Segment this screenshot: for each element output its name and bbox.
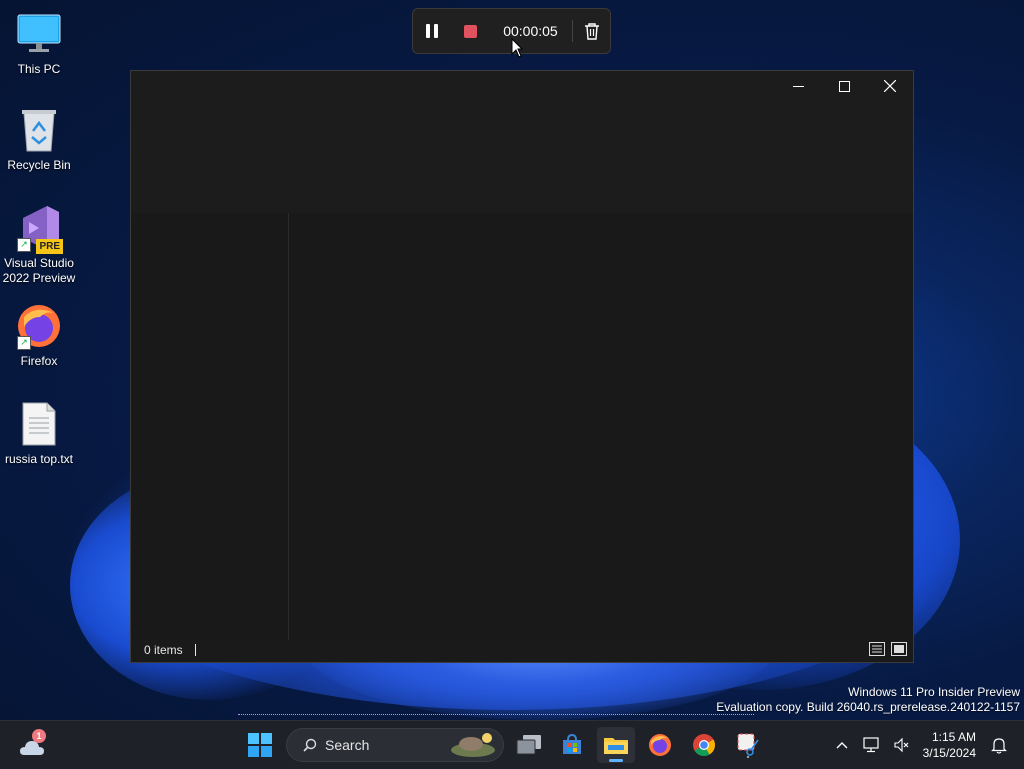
- widgets-button[interactable]: 1: [18, 729, 50, 761]
- taskbar-search[interactable]: Search: [286, 728, 504, 762]
- large-icons-view-icon: [891, 642, 907, 656]
- view-toggle: [869, 642, 907, 656]
- file-explorer-button[interactable]: [597, 727, 635, 763]
- desktop-icon-recycle-bin[interactable]: Recycle Bin: [0, 106, 78, 173]
- show-hidden-icons-button[interactable]: [827, 725, 857, 765]
- stop-icon: [463, 24, 477, 38]
- firefox-icon: ↗: [15, 302, 63, 350]
- system-tray: 1:15 AM 3/15/2024: [827, 721, 1024, 769]
- evaluation-watermark: Windows 11 Pro Insider Preview Evaluatio…: [716, 685, 1020, 715]
- clock[interactable]: 1:15 AM 3/15/2024: [923, 729, 976, 761]
- pause-button[interactable]: [413, 10, 452, 52]
- divider: [194, 644, 196, 656]
- notifications-button[interactable]: [984, 725, 1014, 765]
- start-button[interactable]: [241, 727, 279, 763]
- stop-button[interactable]: [452, 10, 489, 52]
- shortcut-arrow-icon: ↗: [17, 336, 31, 350]
- details-view-icon: [869, 642, 885, 656]
- firefox-icon: [649, 734, 671, 756]
- windows-logo-icon: [248, 733, 272, 757]
- microsoft-store-icon: [563, 734, 581, 754]
- recycle-bin-icon: [15, 106, 63, 154]
- details-view-button[interactable]: [869, 642, 885, 656]
- search-placeholder: Search: [325, 737, 370, 753]
- desktop-icon-this-pc[interactable]: This PC: [0, 10, 78, 77]
- bell-icon: [991, 737, 1007, 754]
- desktop-icon-label: This PC: [17, 62, 61, 76]
- file-explorer-icon: [604, 738, 628, 754]
- preview-badge: PRE: [36, 239, 63, 254]
- mouse-cursor-icon: [511, 38, 523, 58]
- close-icon: [884, 80, 896, 92]
- close-button[interactable]: [867, 71, 913, 101]
- taskbar: 1 Search 1:15 AM 3/15/2024: [0, 720, 1024, 769]
- volume-muted-icon: [894, 737, 909, 753]
- microsoft-store-button[interactable]: [553, 727, 591, 763]
- snipping-tool-icon: [737, 733, 759, 758]
- volume-button[interactable]: [887, 725, 917, 765]
- large-icons-view-button[interactable]: [891, 642, 907, 656]
- recording-timer: 00:00:05: [503, 23, 558, 39]
- window-controls: [775, 71, 913, 101]
- window-content: [131, 213, 913, 640]
- desktop-icon-label: russia top.txt: [4, 452, 74, 466]
- desktop-icon-firefox[interactable]: ↗ Firefox: [0, 302, 78, 369]
- minimize-button[interactable]: [775, 71, 821, 101]
- chevron-up-icon: [836, 742, 848, 749]
- chrome-taskbar-button[interactable]: [685, 727, 723, 763]
- pause-icon-bar: [434, 24, 439, 38]
- snipping-tool-button[interactable]: [729, 727, 767, 763]
- maximize-button[interactable]: [821, 71, 867, 101]
- status-bar: 0 items: [131, 638, 913, 662]
- network-button[interactable]: [857, 725, 887, 765]
- chrome-icon: [693, 734, 715, 756]
- desktop-icon-visual-studio[interactable]: PRE ↗ Visual Studio 2022 Preview: [0, 204, 78, 286]
- clock-time: 1:15 AM: [931, 730, 976, 744]
- item-count: 0 items: [144, 643, 183, 657]
- window-header: [131, 71, 913, 213]
- desktop-icon-label: Firefox: [20, 354, 58, 368]
- active-indicator: [609, 759, 623, 762]
- task-view-icon: [516, 735, 541, 755]
- trash-icon: [584, 23, 599, 40]
- maximize-icon: [838, 80, 850, 92]
- minimize-icon: [792, 85, 804, 87]
- monitor-icon: [15, 10, 63, 58]
- desktop-icon-label: Visual Studio 2022 Preview: [2, 256, 76, 285]
- file-explorer-window: 0 items: [130, 70, 914, 663]
- clock-date: 3/15/2024: [922, 746, 976, 760]
- search-icon: [303, 738, 317, 752]
- pause-icon: [426, 24, 431, 38]
- selection-indicator: [238, 714, 754, 717]
- text-file-icon: [15, 400, 63, 448]
- navigation-pane[interactable]: [131, 213, 289, 640]
- shortcut-arrow-icon: ↗: [17, 238, 31, 252]
- watermark-build: Evaluation copy. Build 26040.rs_prerelea…: [716, 700, 1020, 714]
- desktop-icon-label: Recycle Bin: [7, 158, 71, 172]
- watermark-edition: Windows 11 Pro Insider Preview: [848, 685, 1020, 699]
- notification-badge: 1: [32, 729, 46, 743]
- search-highlight-icon: [451, 733, 495, 757]
- task-view-button[interactable]: [510, 727, 548, 763]
- desktop-icon-text-file[interactable]: russia top.txt: [0, 400, 78, 467]
- network-icon: [863, 737, 879, 753]
- visual-studio-icon: PRE ↗: [15, 204, 63, 254]
- discard-button[interactable]: [573, 10, 610, 52]
- firefox-taskbar-button[interactable]: [641, 727, 679, 763]
